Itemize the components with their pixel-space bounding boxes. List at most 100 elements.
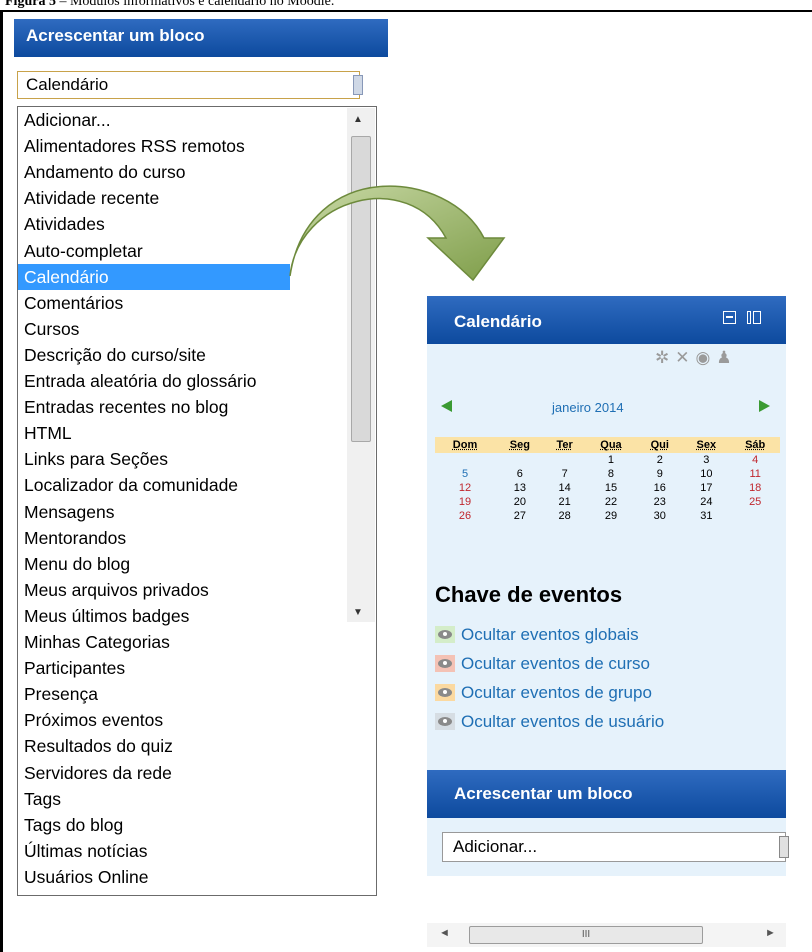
calendar-day[interactable]: 26: [435, 509, 495, 523]
calendar-day: [435, 453, 495, 467]
month-label[interactable]: janeiro 2014: [552, 400, 624, 415]
calendar-day[interactable]: 31: [682, 509, 730, 523]
dropdown-item[interactable]: Tags do blog: [18, 812, 290, 838]
key-global-events[interactable]: Ocultar eventos globais: [435, 625, 639, 645]
add-block-select-right[interactable]: Adicionar...: [442, 832, 789, 862]
key-user-events-label[interactable]: Ocultar eventos de usuário: [461, 712, 664, 731]
weekday-header: Seg: [495, 437, 545, 453]
next-month-icon[interactable]: [759, 400, 770, 412]
dropdown-item[interactable]: Alimentadores RSS remotos: [18, 133, 290, 159]
calendar-day[interactable]: 24: [682, 495, 730, 509]
calendar-day[interactable]: 27: [495, 509, 545, 523]
calendar-day[interactable]: 18: [730, 481, 780, 495]
dropdown-item[interactable]: Links para Seções: [18, 446, 290, 472]
figure-caption: Figura 5 – Módulos informativos e calend…: [5, 0, 334, 10]
dropdown-item[interactable]: Resultados do quiz: [18, 733, 290, 759]
calendar-day[interactable]: 15: [585, 481, 638, 495]
calendar-day[interactable]: 17: [682, 481, 730, 495]
dropdown-item[interactable]: Auto-completar: [18, 238, 290, 264]
calendar-day[interactable]: 22: [585, 495, 638, 509]
key-group-events[interactable]: Ocultar eventos de grupo: [435, 683, 652, 703]
scroll-down-arrow-icon[interactable]: ▼: [353, 607, 363, 618]
calendar-day[interactable]: 30: [637, 509, 682, 523]
dropdown-item[interactable]: Próximos eventos: [18, 707, 290, 733]
calendar-day[interactable]: 6: [495, 467, 545, 481]
dock-icon[interactable]: [747, 311, 761, 324]
calendar-day[interactable]: 3: [682, 453, 730, 467]
horizontal-scroll-thumb[interactable]: III: [469, 926, 703, 944]
eye-icon: [435, 713, 455, 730]
dropdown-item[interactable]: Atividades: [18, 211, 290, 237]
calendar-day[interactable]: 16: [637, 481, 682, 495]
dropdown-item[interactable]: Menu do blog: [18, 551, 290, 577]
dropdown-item[interactable]: Entradas recentes no blog: [18, 394, 290, 420]
weekday-header: Qui: [637, 437, 683, 453]
key-course-events[interactable]: Ocultar eventos de curso: [435, 654, 650, 674]
dropdown-item[interactable]: Mensagens: [18, 499, 290, 525]
gear-icon[interactable]: ✲: [655, 348, 675, 367]
calendar-day[interactable]: 9: [637, 467, 682, 481]
dropdown-item[interactable]: Adicionar...: [18, 107, 290, 133]
dropdown-item[interactable]: Calendário: [18, 263, 290, 290]
scroll-right-arrow-icon[interactable]: ►: [765, 927, 776, 939]
weekday-header: Dom: [435, 437, 496, 453]
dropdown-item[interactable]: Usuários Online: [18, 864, 290, 890]
calendar-day[interactable]: 20: [495, 495, 545, 509]
calendar-day[interactable]: 13: [495, 481, 545, 495]
calendar-day[interactable]: 11: [730, 467, 780, 481]
add-block-panel: Acrescentar um bloco Adicionar...: [427, 738, 789, 876]
dropdown-item[interactable]: Atividade recente: [18, 185, 290, 211]
key-course-events-label[interactable]: Ocultar eventos de curso: [461, 654, 650, 673]
minimize-icon[interactable]: [723, 311, 736, 324]
calendar-day[interactable]: 2: [637, 453, 682, 467]
curved-arrow-icon: [289, 185, 506, 282]
key-global-events-label[interactable]: Ocultar eventos globais: [461, 625, 639, 644]
calendar-day[interactable]: 23: [637, 495, 682, 509]
calendar-day[interactable]: 19: [435, 495, 495, 509]
dropdown-item[interactable]: Mentorandos: [18, 525, 290, 551]
dropdown-item[interactable]: Localizador da comunidade: [18, 472, 290, 498]
dropdown-item[interactable]: Descrição do curso/site: [18, 342, 290, 368]
select-dropdown-arrow-icon[interactable]: [779, 836, 789, 858]
delete-icon[interactable]: ✕: [675, 348, 695, 367]
calendar-day[interactable]: 1: [585, 453, 638, 467]
horizontal-scrollbar[interactable]: ◄ III ►: [427, 923, 786, 947]
calendar-day[interactable]: 29: [585, 509, 638, 523]
dropdown-item[interactable]: Entrada aleatória do glossário: [18, 368, 290, 394]
dropdown-item[interactable]: Participantes: [18, 655, 290, 681]
calendar-day[interactable]: 14: [545, 481, 585, 495]
key-user-events[interactable]: Ocultar eventos de usuário: [435, 712, 664, 732]
dropdown-item[interactable]: Tags: [18, 786, 290, 812]
eye-icon: [435, 655, 455, 672]
key-group-events-label[interactable]: Ocultar eventos de grupo: [461, 683, 652, 702]
dropdown-item[interactable]: Meus últimos badges: [18, 603, 290, 629]
scroll-up-arrow-icon[interactable]: ▲: [353, 114, 363, 125]
calendar-day[interactable]: 5: [435, 467, 495, 481]
eye-icon: [435, 626, 455, 643]
dropdown-item[interactable]: Comentários: [18, 290, 290, 316]
calendar-day[interactable]: 4: [730, 453, 780, 467]
dropdown-item[interactable]: Presença: [18, 681, 290, 707]
dropdown-item[interactable]: Últimas notícias: [18, 838, 290, 864]
calendar-day[interactable]: 25: [730, 495, 780, 509]
calendar-day[interactable]: 12: [435, 481, 495, 495]
calendar-day[interactable]: 21: [545, 495, 585, 509]
calendar-tools: ✲✕◉♟: [655, 348, 738, 368]
calendar-day[interactable]: 8: [585, 467, 638, 481]
dropdown-item[interactable]: Cursos: [18, 316, 290, 342]
previous-month-icon[interactable]: [441, 400, 452, 412]
dropdown-item[interactable]: Meus arquivos privados: [18, 577, 290, 603]
scroll-left-arrow-icon[interactable]: ◄: [439, 927, 450, 939]
add-block-header-right: Acrescentar um bloco: [427, 770, 786, 818]
select-dropdown-arrow-icon[interactable]: [353, 75, 363, 95]
add-block-select[interactable]: Calendário: [17, 71, 363, 99]
calendar-day[interactable]: 28: [545, 509, 585, 523]
dropdown-item[interactable]: Minhas Categorias: [18, 629, 290, 655]
calendar-day[interactable]: 10: [682, 467, 730, 481]
dropdown-item[interactable]: Servidores da rede: [18, 760, 290, 786]
dropdown-item[interactable]: Andamento do curso: [18, 159, 290, 185]
dropdown-item[interactable]: HTML: [18, 420, 290, 446]
assign-roles-icon[interactable]: ♟: [716, 348, 737, 367]
eye-icon[interactable]: ◉: [696, 348, 717, 367]
calendar-day[interactable]: 7: [545, 467, 585, 481]
